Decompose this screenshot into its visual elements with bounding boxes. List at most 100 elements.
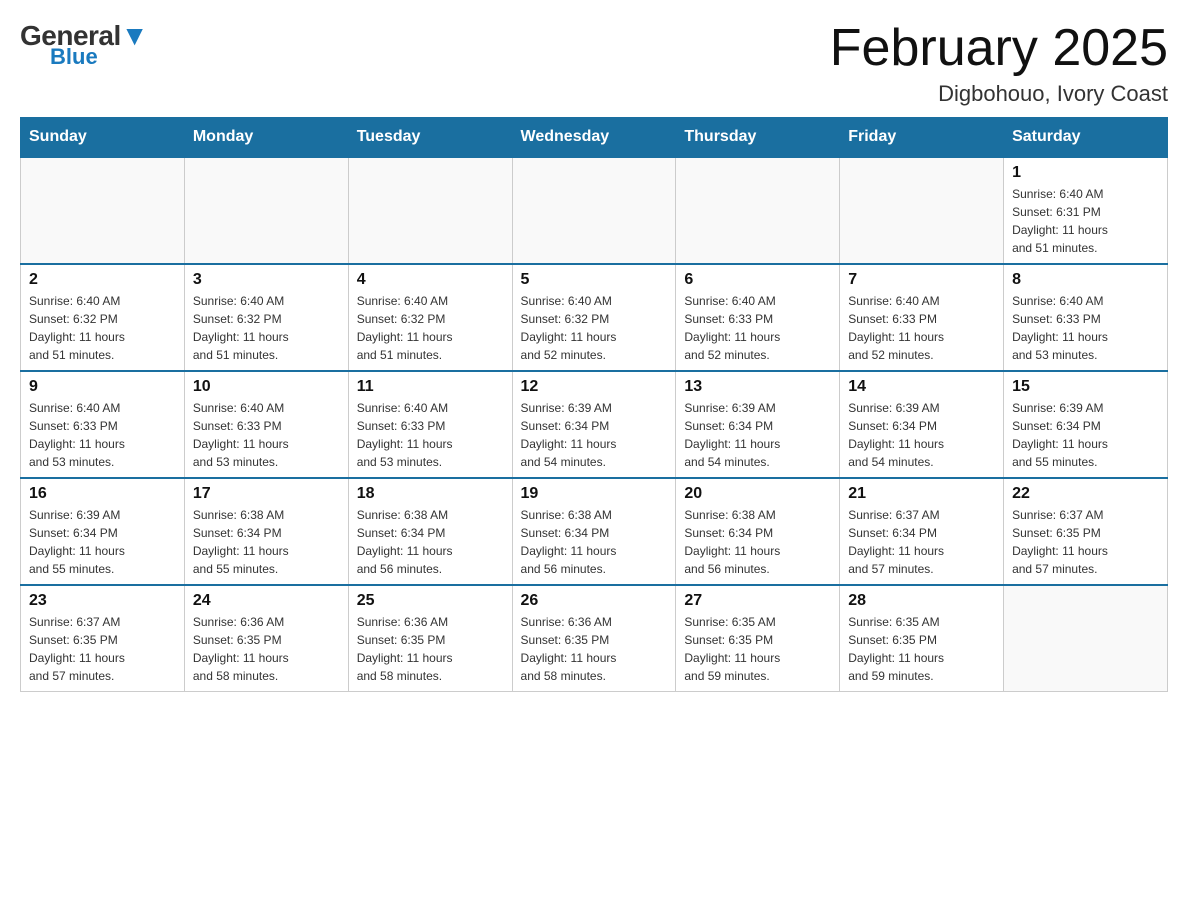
month-title: February 2025	[830, 20, 1168, 77]
day-number: 15	[1012, 378, 1159, 396]
weekday-header-wednesday: Wednesday	[512, 118, 676, 158]
weekday-header-tuesday: Tuesday	[348, 118, 512, 158]
day-number: 11	[357, 378, 504, 396]
day-number: 12	[521, 378, 668, 396]
day-info: Sunrise: 6:37 AM Sunset: 6:35 PM Dayligh…	[29, 613, 176, 685]
title-section: February 2025 Digbohouo, Ivory Coast	[830, 20, 1168, 107]
day-info: Sunrise: 6:40 AM Sunset: 6:33 PM Dayligh…	[684, 292, 831, 364]
calendar-cell: 13 Sunrise: 6:39 AM Sunset: 6:34 PM Dayli…	[676, 371, 840, 478]
day-info: Sunrise: 6:38 AM Sunset: 6:34 PM Dayligh…	[357, 506, 504, 578]
calendar-cell: 26 Sunrise: 6:36 AM Sunset: 6:35 PM Dayli…	[512, 585, 676, 692]
calendar-cell: 19Sunrise: 6:38 AM Sunset: 6:34 PM Dayli…	[512, 478, 676, 585]
calendar-cell	[348, 157, 512, 264]
logo-triangle-icon: ▼	[121, 20, 148, 51]
week-row-3: 9 Sunrise: 6:40 AM Sunset: 6:33 PM Daylig…	[21, 371, 1168, 478]
day-number: 4	[357, 271, 504, 289]
day-info: Sunrise: 6:39 AM Sunset: 6:34 PM Dayligh…	[29, 506, 176, 578]
day-info: Sunrise: 6:39 AM Sunset: 6:34 PM Dayligh…	[848, 399, 995, 471]
calendar-cell	[184, 157, 348, 264]
calendar-cell: 11 Sunrise: 6:40 AM Sunset: 6:33 PM Dayli…	[348, 371, 512, 478]
logo-blue-text: Blue	[50, 44, 98, 70]
weekday-header-row: SundayMondayTuesdayWednesdayThursdayFrid…	[21, 118, 1168, 158]
day-number: 6	[684, 271, 831, 289]
day-number: 17	[193, 485, 340, 503]
calendar-cell: 9 Sunrise: 6:40 AM Sunset: 6:33 PM Daylig…	[21, 371, 185, 478]
calendar-cell: 23 Sunrise: 6:37 AM Sunset: 6:35 PM Dayli…	[21, 585, 185, 692]
calendar-cell: 28 Sunrise: 6:35 AM Sunset: 6:35 PM Dayli…	[840, 585, 1004, 692]
page-header: General▼ Blue February 2025 Digbohouo, I…	[20, 20, 1168, 107]
weekday-header-saturday: Saturday	[1004, 118, 1168, 158]
day-info: Sunrise: 6:39 AM Sunset: 6:34 PM Dayligh…	[521, 399, 668, 471]
day-number: 1	[1012, 164, 1159, 182]
calendar-cell: 7Sunrise: 6:40 AM Sunset: 6:33 PM Daylig…	[840, 264, 1004, 371]
day-number: 21	[848, 485, 995, 503]
calendar-cell	[676, 157, 840, 264]
weekday-header-friday: Friday	[840, 118, 1004, 158]
day-number: 16	[29, 485, 176, 503]
day-number: 23	[29, 592, 176, 610]
day-info: Sunrise: 6:38 AM Sunset: 6:34 PM Dayligh…	[521, 506, 668, 578]
calendar-cell: 22Sunrise: 6:37 AM Sunset: 6:35 PM Dayli…	[1004, 478, 1168, 585]
day-info: Sunrise: 6:39 AM Sunset: 6:34 PM Dayligh…	[1012, 399, 1159, 471]
day-number: 25	[357, 592, 504, 610]
calendar-cell: 4 Sunrise: 6:40 AM Sunset: 6:32 PM Daylig…	[348, 264, 512, 371]
day-number: 18	[357, 485, 504, 503]
day-info: Sunrise: 6:36 AM Sunset: 6:35 PM Dayligh…	[193, 613, 340, 685]
day-number: 10	[193, 378, 340, 396]
day-info: Sunrise: 6:40 AM Sunset: 6:33 PM Dayligh…	[29, 399, 176, 471]
calendar-cell: 18 Sunrise: 6:38 AM Sunset: 6:34 PM Dayli…	[348, 478, 512, 585]
calendar-cell: 8 Sunrise: 6:40 AM Sunset: 6:33 PM Daylig…	[1004, 264, 1168, 371]
calendar-cell: 14 Sunrise: 6:39 AM Sunset: 6:34 PM Dayli…	[840, 371, 1004, 478]
day-number: 14	[848, 378, 995, 396]
calendar-cell	[1004, 585, 1168, 692]
week-row-4: 16 Sunrise: 6:39 AM Sunset: 6:34 PM Dayli…	[21, 478, 1168, 585]
calendar-cell: 10 Sunrise: 6:40 AM Sunset: 6:33 PM Dayli…	[184, 371, 348, 478]
day-number: 8	[1012, 271, 1159, 289]
day-info: Sunrise: 6:35 AM Sunset: 6:35 PM Dayligh…	[848, 613, 995, 685]
day-info: Sunrise: 6:40 AM Sunset: 6:32 PM Dayligh…	[357, 292, 504, 364]
day-info: Sunrise: 6:40 AM Sunset: 6:33 PM Dayligh…	[193, 399, 340, 471]
day-info: Sunrise: 6:40 AM Sunset: 6:31 PM Dayligh…	[1012, 185, 1159, 257]
weekday-header-thursday: Thursday	[676, 118, 840, 158]
calendar-cell: 20 Sunrise: 6:38 AM Sunset: 6:34 PM Dayli…	[676, 478, 840, 585]
day-info: Sunrise: 6:38 AM Sunset: 6:34 PM Dayligh…	[193, 506, 340, 578]
day-info: Sunrise: 6:35 AM Sunset: 6:35 PM Dayligh…	[684, 613, 831, 685]
day-number: 20	[684, 485, 831, 503]
calendar-cell: 5 Sunrise: 6:40 AM Sunset: 6:32 PM Daylig…	[512, 264, 676, 371]
day-info: Sunrise: 6:40 AM Sunset: 6:33 PM Dayligh…	[1012, 292, 1159, 364]
calendar-cell: 1 Sunrise: 6:40 AM Sunset: 6:31 PM Daylig…	[1004, 157, 1168, 264]
weekday-header-sunday: Sunday	[21, 118, 185, 158]
calendar-cell	[21, 157, 185, 264]
day-info: Sunrise: 6:40 AM Sunset: 6:32 PM Dayligh…	[521, 292, 668, 364]
logo: General▼ Blue	[20, 20, 148, 70]
day-number: 5	[521, 271, 668, 289]
day-info: Sunrise: 6:36 AM Sunset: 6:35 PM Dayligh…	[521, 613, 668, 685]
weekday-header-monday: Monday	[184, 118, 348, 158]
day-number: 27	[684, 592, 831, 610]
day-number: 7	[848, 271, 995, 289]
calendar-cell: 17 Sunrise: 6:38 AM Sunset: 6:34 PM Dayli…	[184, 478, 348, 585]
day-number: 22	[1012, 485, 1159, 503]
day-info: Sunrise: 6:40 AM Sunset: 6:32 PM Dayligh…	[193, 292, 340, 364]
calendar-cell: 6 Sunrise: 6:40 AM Sunset: 6:33 PM Daylig…	[676, 264, 840, 371]
day-number: 26	[521, 592, 668, 610]
day-number: 9	[29, 378, 176, 396]
day-number: 24	[193, 592, 340, 610]
day-info: Sunrise: 6:39 AM Sunset: 6:34 PM Dayligh…	[684, 399, 831, 471]
calendar-cell: 12 Sunrise: 6:39 AM Sunset: 6:34 PM Dayli…	[512, 371, 676, 478]
day-info: Sunrise: 6:40 AM Sunset: 6:32 PM Dayligh…	[29, 292, 176, 364]
day-number: 28	[848, 592, 995, 610]
calendar-cell: 2 Sunrise: 6:40 AM Sunset: 6:32 PM Daylig…	[21, 264, 185, 371]
week-row-2: 2 Sunrise: 6:40 AM Sunset: 6:32 PM Daylig…	[21, 264, 1168, 371]
day-number: 2	[29, 271, 176, 289]
location: Digbohouo, Ivory Coast	[830, 81, 1168, 107]
day-number: 13	[684, 378, 831, 396]
week-row-5: 23 Sunrise: 6:37 AM Sunset: 6:35 PM Dayli…	[21, 585, 1168, 692]
day-info: Sunrise: 6:40 AM Sunset: 6:33 PM Dayligh…	[357, 399, 504, 471]
calendar-cell: 24 Sunrise: 6:36 AM Sunset: 6:35 PM Dayli…	[184, 585, 348, 692]
calendar-table: SundayMondayTuesdayWednesdayThursdayFrid…	[20, 117, 1168, 692]
week-row-1: 1 Sunrise: 6:40 AM Sunset: 6:31 PM Daylig…	[21, 157, 1168, 264]
day-info: Sunrise: 6:38 AM Sunset: 6:34 PM Dayligh…	[684, 506, 831, 578]
calendar-cell: 21Sunrise: 6:37 AM Sunset: 6:34 PM Dayli…	[840, 478, 1004, 585]
day-info: Sunrise: 6:36 AM Sunset: 6:35 PM Dayligh…	[357, 613, 504, 685]
